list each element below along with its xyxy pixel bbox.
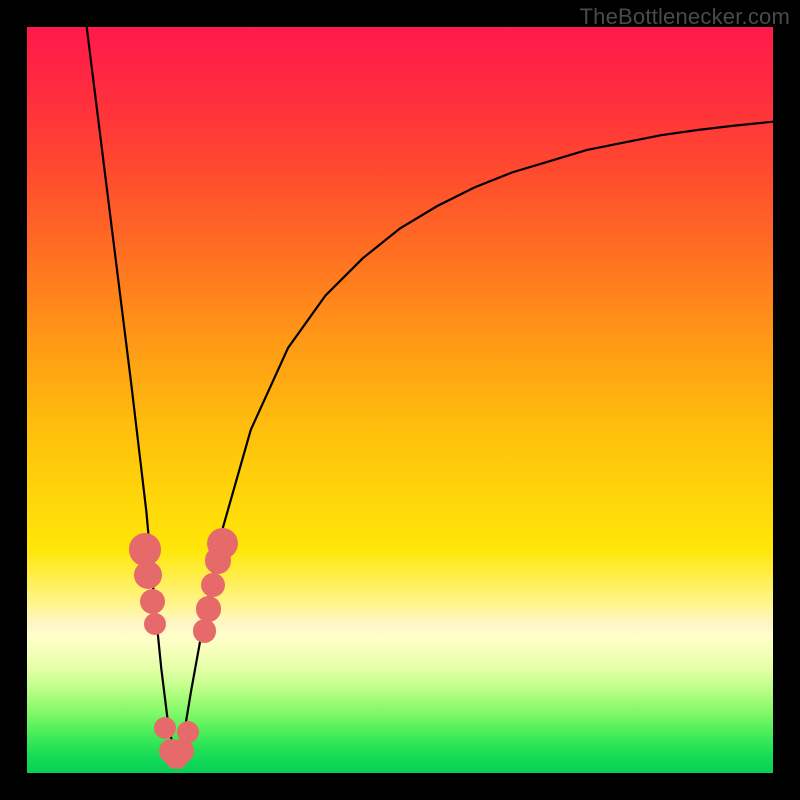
gradient-background (27, 27, 773, 773)
data-marker (201, 573, 225, 597)
watermark-text: TheBottlenecker.com (580, 4, 790, 30)
data-marker (207, 528, 238, 559)
chart-frame: TheBottlenecker.com (0, 0, 800, 800)
data-marker (140, 589, 165, 614)
data-marker (196, 596, 221, 621)
plot-area (27, 27, 773, 773)
